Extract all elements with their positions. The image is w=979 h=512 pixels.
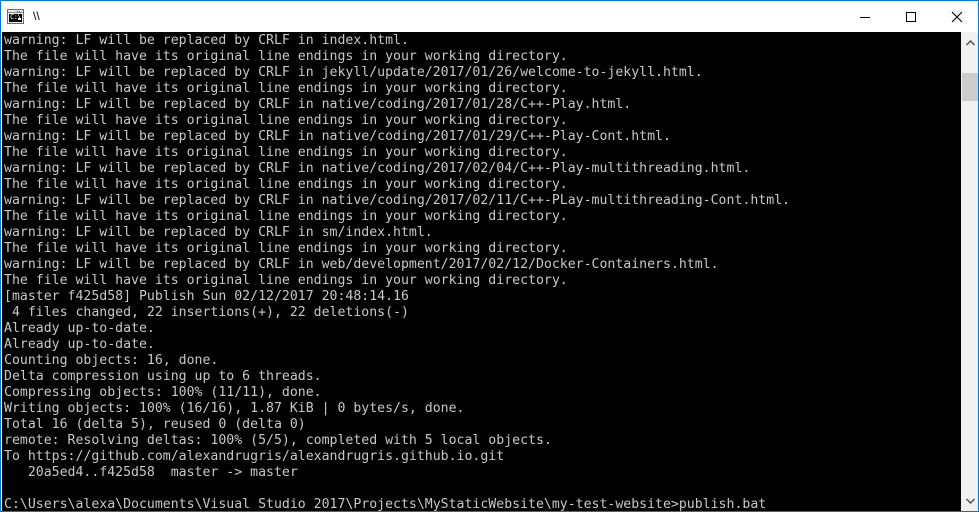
cmd-icon-dot (19, 11, 20, 12)
title-bar-spacer (40, 1, 842, 32)
title-bar[interactable]: C:\ \\ (1, 1, 978, 32)
console-text: warning: LF will be replaced by CRLF in … (4, 33, 791, 511)
window-controls (842, 2, 978, 32)
cmd-icon-dot (17, 11, 18, 12)
scroll-down-arrow-icon[interactable] (962, 492, 978, 509)
minimize-button[interactable] (842, 2, 888, 32)
window-title: \\ (33, 9, 40, 23)
cmd-console-icon: C:\ (7, 9, 24, 24)
close-button[interactable] (934, 2, 978, 32)
cmd-icon-screen: C:\ (9, 14, 22, 22)
scrollbar-track[interactable] (962, 51, 978, 492)
command-prompt-window: C:\ \\ warning: LF will be replaced by C… (0, 0, 979, 512)
cmd-icon-cursor (18, 18, 21, 20)
maximize-button[interactable] (888, 2, 934, 32)
console-output-area[interactable]: warning: LF will be replaced by CRLF in … (2, 32, 963, 511)
scroll-up-arrow-icon[interactable] (962, 34, 978, 51)
scrollbar-thumb[interactable] (962, 73, 978, 101)
cmd-icon-titlebar (8, 10, 23, 13)
title-bar-left: C:\ \\ (1, 1, 40, 32)
vertical-scrollbar[interactable] (961, 32, 978, 511)
